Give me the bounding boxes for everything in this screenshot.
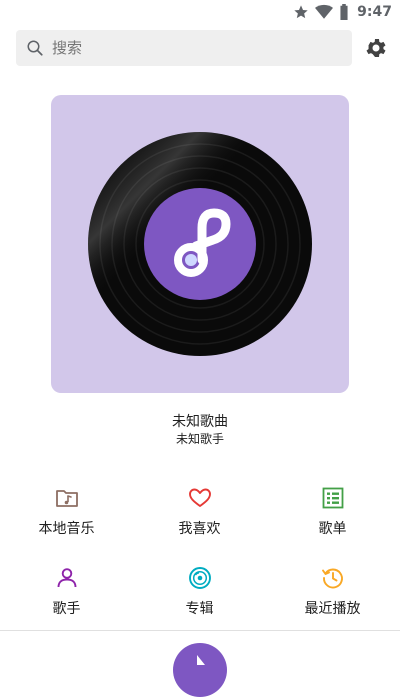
singer-person-icon: [57, 568, 77, 588]
play-fab-button[interactable]: [173, 643, 227, 697]
menu-label: 专辑: [185, 601, 214, 617]
settings-gear-icon[interactable]: [364, 36, 388, 60]
search-row: [0, 30, 400, 66]
search-input[interactable]: [52, 33, 322, 63]
play-icon: [197, 655, 205, 665]
menu-item-albums[interactable]: 专辑: [133, 560, 266, 626]
menu-item-singers[interactable]: 歌手: [0, 560, 133, 626]
menu-label: 本地音乐: [38, 521, 95, 537]
battery-icon: [340, 4, 348, 20]
menu-item-favorites[interactable]: 我喜欢: [133, 480, 266, 546]
recent-history-icon: [322, 568, 343, 589]
album-disc-icon: [189, 567, 211, 589]
vinyl-record-icon: [88, 132, 312, 356]
song-artist: 未知歌手: [175, 432, 224, 446]
bottom-divider: [0, 630, 400, 631]
menu-label: 歌单: [318, 521, 347, 537]
star-icon: [294, 5, 308, 19]
status-time: 9:47: [357, 4, 392, 20]
menu-item-playlists[interactable]: 歌单: [266, 480, 399, 546]
wifi-icon: [315, 4, 334, 19]
local-music-folder-icon: [56, 490, 78, 507]
menu-label: 歌手: [52, 601, 81, 617]
search-icon: [27, 40, 43, 56]
song-title: 未知歌曲: [172, 414, 228, 430]
album-cover[interactable]: [51, 95, 349, 393]
menu-label: 最近播放: [304, 601, 361, 617]
menu-label: 我喜欢: [178, 521, 221, 537]
menu-item-local-music[interactable]: 本地音乐: [0, 480, 133, 546]
search-box[interactable]: [16, 30, 352, 66]
playlist-icon: [322, 487, 344, 509]
status-bar: 9:47: [0, 0, 400, 24]
menu-item-recent[interactable]: 最近播放: [266, 560, 399, 626]
heart-icon: [189, 488, 211, 507]
